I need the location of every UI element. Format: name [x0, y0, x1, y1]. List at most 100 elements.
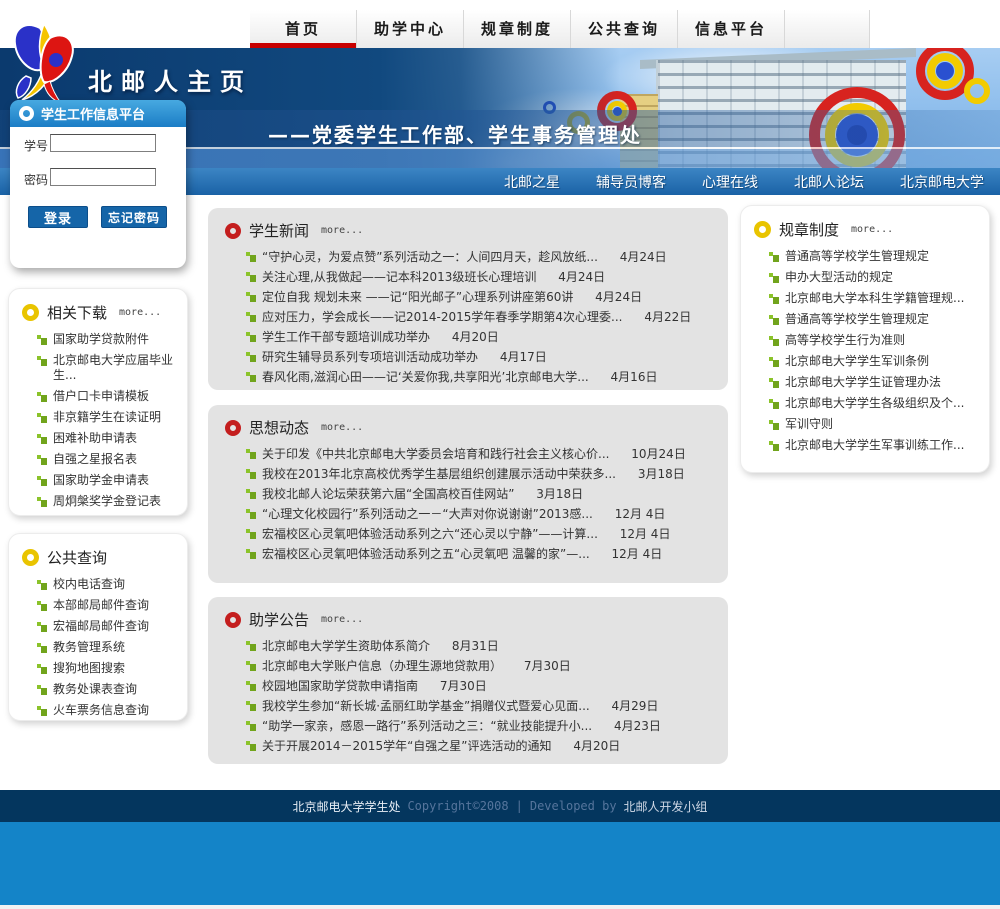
list-bullet-icon: [769, 357, 779, 367]
query-link[interactable]: 火车票务信息查询: [37, 700, 179, 721]
trends-item-date: 12月 4日: [614, 507, 666, 521]
aid-item[interactable]: 北京邮电大学账户信息（办理生源地贷款用） 7月30日: [246, 656, 714, 676]
aid-item-title: 我校学生参加“新长城·孟丽红助学基金”捐赠仪式暨爱心见面...: [262, 699, 590, 713]
regulation-link[interactable]: 申办大型活动的规定: [769, 267, 981, 288]
query-link[interactable]: 教务管理系统: [37, 637, 179, 658]
news-more-link[interactable]: more...: [321, 225, 363, 236]
regulation-link[interactable]: 北京邮电大学学生军训条例: [769, 351, 981, 372]
trends-item-title: 宏福校区心灵氧吧体验活动系列之五“心灵氧吧 温馨的家”—...: [262, 547, 590, 561]
download-link[interactable]: 自强之星报名表: [37, 449, 179, 470]
query-link[interactable]: 教务处课表查询: [37, 679, 179, 700]
aid-title: 助学公告: [249, 611, 310, 629]
password-label: 密码: [24, 173, 49, 187]
trends-item[interactable]: 我校在2013年北京高校优秀学生基层组织创建展示活动中荣获多... 3月18日: [246, 464, 714, 484]
download-link[interactable]: 北京邮电大学应届毕业生...: [37, 350, 179, 386]
query-link[interactable]: 搜狗地图搜索: [37, 658, 179, 679]
list-bullet-icon: [246, 721, 256, 731]
list-bullet-icon: [37, 622, 47, 632]
trends-more-link[interactable]: more...: [321, 422, 363, 433]
aid-item[interactable]: “助学一家亲，感恩一路行”系列活动之三：“就业技能提升小... 4月23日: [246, 716, 714, 736]
circle-bullet-icon: [19, 106, 34, 121]
list-bullet-icon: [246, 469, 256, 479]
subnav-link[interactable]: 北邮之星: [504, 172, 560, 192]
news-item[interactable]: “守护心灵，为爱点赞”系列活动之一：人间四月天，趁风放纸... 4月24日: [246, 247, 714, 267]
aid-more-link[interactable]: more...: [321, 614, 363, 625]
download-link[interactable]: 借户口卡申请模板: [37, 386, 179, 407]
nav-tab-label: 公共查询: [587, 20, 660, 38]
news-item[interactable]: 学生工作干部专题培训成功举办 4月20日: [246, 327, 714, 347]
list-bullet-icon: [769, 294, 779, 304]
download-link[interactable]: 困难补助申请表: [37, 428, 179, 449]
trends-item-title: 我校北邮人论坛荣获第六届“全国高校百佳网站”: [262, 487, 515, 501]
regulations-more-link[interactable]: more...: [851, 224, 893, 235]
nav-tab[interactable]: 公共查询: [571, 10, 678, 48]
nav-tab[interactable]: 助学中心: [357, 10, 464, 48]
trends-item[interactable]: 我校北邮人论坛荣获第六届“全国高校百佳网站” 3月18日: [246, 484, 714, 504]
list-bullet-icon: [246, 681, 256, 691]
list-bullet-icon: [769, 399, 779, 409]
query-link[interactable]: 校内电话查询: [37, 574, 179, 595]
student-id-input[interactable]: [50, 134, 156, 152]
aid-item[interactable]: 关于开展2014－2015学年“自强之星”评选活动的通知 4月20日: [246, 736, 714, 756]
download-link[interactable]: 国家助学金申请表: [37, 470, 179, 491]
regulation-link[interactable]: 北京邮电大学学生证管理办法: [769, 372, 981, 393]
download-link[interactable]: 周炯槃奖学金登记表: [37, 491, 179, 512]
query-link-label: 宏福邮局邮件查询: [53, 619, 150, 633]
subnav-link[interactable]: 辅导员博客: [596, 172, 666, 192]
news-item-title: “守护心灵，为爱点赞”系列活动之一：人间四月天，趁风放纸...: [262, 250, 598, 264]
news-item[interactable]: 研究生辅导员系列专项培训活动成功举办 4月17日: [246, 347, 714, 367]
trends-item-date: 3月18日: [536, 487, 584, 501]
regulation-link[interactable]: 北京邮电大学学生军事训练工作...: [769, 435, 981, 456]
list-bullet-icon: [246, 489, 256, 499]
news-item-date: 4月24日: [558, 270, 606, 284]
aid-item[interactable]: 北京邮电大学学生资助体系简介 8月31日: [246, 636, 714, 656]
nav-tab[interactable]: 信息平台: [678, 10, 785, 48]
news-item-title: 学生工作干部专题培训成功举办: [262, 330, 431, 344]
downloads-more-link[interactable]: more...: [119, 307, 161, 318]
news-item[interactable]: 应对压力，学会成长——记2014-2015学年春季学期第4次心理委... 4月2…: [246, 307, 714, 327]
aid-item-title: “助学一家亲，感恩一路行”系列活动之三：“就业技能提升小...: [262, 719, 593, 733]
regulation-link[interactable]: 普通高等学校学生管理规定: [769, 246, 981, 267]
regulation-link[interactable]: 北京邮电大学本科生学籍管理规...: [769, 288, 981, 309]
news-item[interactable]: 关注心理,从我做起——记本科2013级班长心理培训 4月24日: [246, 267, 714, 287]
trends-item[interactable]: 关于印发《中共北京邮电大学委员会培育和践行社会主义核心价... 10月24日: [246, 444, 714, 464]
list-bullet-icon: [37, 392, 47, 402]
query-link[interactable]: 宏福邮局邮件查询: [37, 616, 179, 637]
banner-slogan: ——党委学生工作部、学生事务管理处: [268, 123, 642, 147]
regulation-link[interactable]: 普通高等学校学生管理规定: [769, 309, 981, 330]
list-bullet-icon: [37, 356, 47, 366]
regulation-link[interactable]: 高等学校学生行为准则: [769, 330, 981, 351]
download-link-label: 国家助学金申请表: [53, 473, 150, 487]
footer-developed-by: Developed by: [529, 799, 617, 813]
list-bullet-icon: [246, 352, 256, 362]
query-link[interactable]: 本部邮局邮件查询: [37, 595, 179, 616]
trends-item[interactable]: 宏福校区心灵氧吧体验活动系列之五“心灵氧吧 温馨的家”—... 12月 4日: [246, 544, 714, 564]
password-input[interactable]: [50, 168, 156, 186]
nav-tab[interactable]: 规章制度: [464, 10, 571, 48]
trends-item-title: “心理文化校园行”系列活动之一－“大声对你说谢谢”2013感...: [262, 507, 593, 521]
regulation-link[interactable]: 北京邮电大学学生各级组织及个...: [769, 393, 981, 414]
trends-item[interactable]: 宏福校区心灵氧吧体验活动系列之六“还心灵以宁静”——计算... 12月 4日: [246, 524, 714, 544]
aid-item[interactable]: 校园地国家助学贷款申请指南 7月30日: [246, 676, 714, 696]
aid-item[interactable]: 我校学生参加“新长城·孟丽红助学基金”捐赠仪式暨爱心见面... 4月29日: [246, 696, 714, 716]
list-bullet-icon: [246, 509, 256, 519]
subnav-link[interactable]: 心理在线: [702, 172, 758, 192]
footer-team: 北邮人开发小组: [623, 799, 708, 814]
subnav-link[interactable]: 北邮人论坛: [794, 172, 864, 192]
forgot-password-button[interactable]: 忘记密码: [101, 206, 167, 228]
trends-item[interactable]: “心理文化校园行”系列活动之一－“大声对你说谢谢”2013感... 12月 4日: [246, 504, 714, 524]
regulation-link-label: 北京邮电大学本科生学籍管理规...: [785, 291, 965, 305]
download-link[interactable]: 非京籍学生在读证明: [37, 407, 179, 428]
list-bullet-icon: [37, 643, 47, 653]
login-panel-title: 学生工作信息平台: [41, 108, 146, 123]
yellow-circle-icon: [22, 304, 39, 321]
query-link-label: 搜狗地图搜索: [53, 661, 126, 675]
login-button[interactable]: 登录: [28, 206, 88, 228]
subnav-link[interactable]: 北京邮电大学: [900, 172, 984, 192]
regulation-link[interactable]: 军训守则: [769, 414, 981, 435]
news-item[interactable]: 定位自我 规划未来 ——记“阳光邮子”心理系列讲座第60讲 4月24日: [246, 287, 714, 307]
nav-tab[interactable]: 首页: [250, 10, 357, 48]
news-item-date: 4月16日: [610, 370, 658, 384]
news-item[interactable]: 春风化雨,滋润心田——记‘关爱你我,共享阳光’北京邮电大学... 4月16日: [246, 367, 714, 387]
download-link[interactable]: 国家助学贷款附件: [37, 329, 179, 350]
